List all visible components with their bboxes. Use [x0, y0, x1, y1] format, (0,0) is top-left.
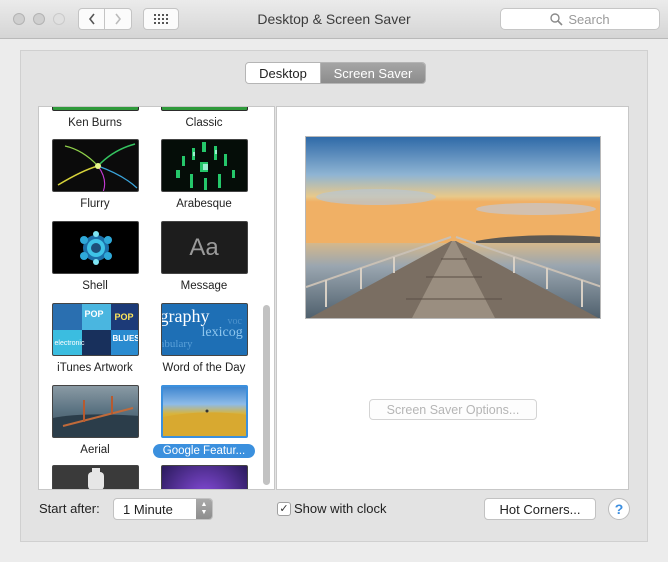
message-thumbnail: Aa	[160, 221, 248, 274]
shell-thumbnail	[51, 221, 139, 274]
saver-label: Aerial	[80, 444, 110, 456]
itunes-thumb-text-2: BLUES	[112, 334, 139, 343]
message-thumb-text: Aa	[189, 233, 219, 261]
start-after-label: Start after:	[39, 501, 100, 516]
saver-watch[interactable]	[41, 465, 149, 489]
help-button[interactable]: ?	[608, 498, 630, 520]
preview-image	[305, 136, 601, 319]
saver-message[interactable]: Aa Message	[150, 221, 258, 292]
search-icon	[550, 12, 563, 26]
saver-label: Ken Burns	[68, 117, 122, 129]
list-scrollbar[interactable]	[263, 305, 270, 485]
saver-label: Message	[180, 280, 228, 292]
show-with-clock-label[interactable]: Show with clock	[294, 501, 386, 516]
google-featured-thumbnail	[160, 385, 248, 438]
purple-thumbnail	[160, 465, 248, 489]
saver-label: iTunes Artwork	[57, 362, 133, 374]
flurry-thumbnail	[51, 139, 139, 192]
search-placeholder: Search	[568, 11, 610, 27]
wotd-thumb-text-1: graphy	[160, 306, 210, 326]
start-after-value: 1 Minute	[123, 502, 173, 517]
itunes-artwork-thumbnail: POP BLUES POP electronic	[51, 303, 139, 356]
saver-itunes-artwork[interactable]: POP BLUES POP electronic iTunes Artwork	[41, 303, 149, 374]
saver-label: Word of the Day	[162, 362, 246, 374]
screen-saver-options-button[interactable]: Screen Saver Options...	[369, 399, 537, 420]
saver-shell[interactable]: Shell	[41, 221, 149, 292]
saver-label: Arabesque	[176, 198, 232, 210]
wotd-thumb-text-3: abulary	[160, 338, 193, 350]
itunes-thumb-text-3: POP	[114, 312, 134, 322]
saver-google-featured[interactable]: Google Featur...	[150, 385, 258, 458]
tab-screen-saver[interactable]: Screen Saver	[321, 63, 425, 83]
saver-aerial[interactable]: Aerial	[41, 385, 149, 456]
saver-classic[interactable]: Classic	[150, 107, 258, 129]
wotd-thumb-text-4: voc	[227, 316, 242, 327]
saver-label: Shell	[82, 280, 108, 292]
saver-label: Classic	[185, 117, 223, 129]
itunes-thumb-text-1: POP	[84, 309, 104, 319]
itunes-thumb-text-4: electronic	[54, 340, 85, 347]
wotd-thumb-text-2: lexicog	[201, 325, 243, 340]
show-with-clock-checkbox[interactable]: ✓	[277, 502, 291, 516]
ken-burns-thumbnail	[51, 107, 139, 111]
classic-thumbnail	[160, 107, 248, 111]
screen-saver-list[interactable]: Ken Burns Classic Flurry Arabesque Shell…	[38, 106, 275, 490]
arabesque-thumbnail	[160, 139, 248, 192]
saver-word-of-the-day[interactable]: graphy lexicog abulary voc Word of the D…	[150, 303, 258, 374]
aerial-thumbnail	[51, 385, 139, 438]
saver-flurry[interactable]: Flurry	[41, 139, 149, 210]
saver-arabesque[interactable]: Arabesque	[150, 139, 258, 210]
saver-label-selected: Google Featur...	[152, 444, 256, 458]
watch-thumbnail	[51, 465, 139, 489]
tab-control: Desktop Screen Saver	[245, 62, 426, 84]
tab-desktop[interactable]: Desktop	[246, 63, 321, 83]
word-of-the-day-thumbnail: graphy lexicog abulary voc	[160, 303, 248, 356]
hot-corners-button[interactable]: Hot Corners...	[484, 498, 596, 520]
saver-ken-burns[interactable]: Ken Burns	[41, 107, 149, 129]
start-after-popup[interactable]: 1 Minute ▲ ▼	[113, 498, 213, 520]
search-field[interactable]: Search	[500, 8, 660, 30]
saver-label: Flurry	[80, 198, 110, 210]
updown-arrows-icon: ▲ ▼	[196, 499, 212, 519]
title-bar: Desktop & Screen Saver Search	[0, 0, 668, 39]
saver-purple[interactable]	[150, 465, 258, 489]
